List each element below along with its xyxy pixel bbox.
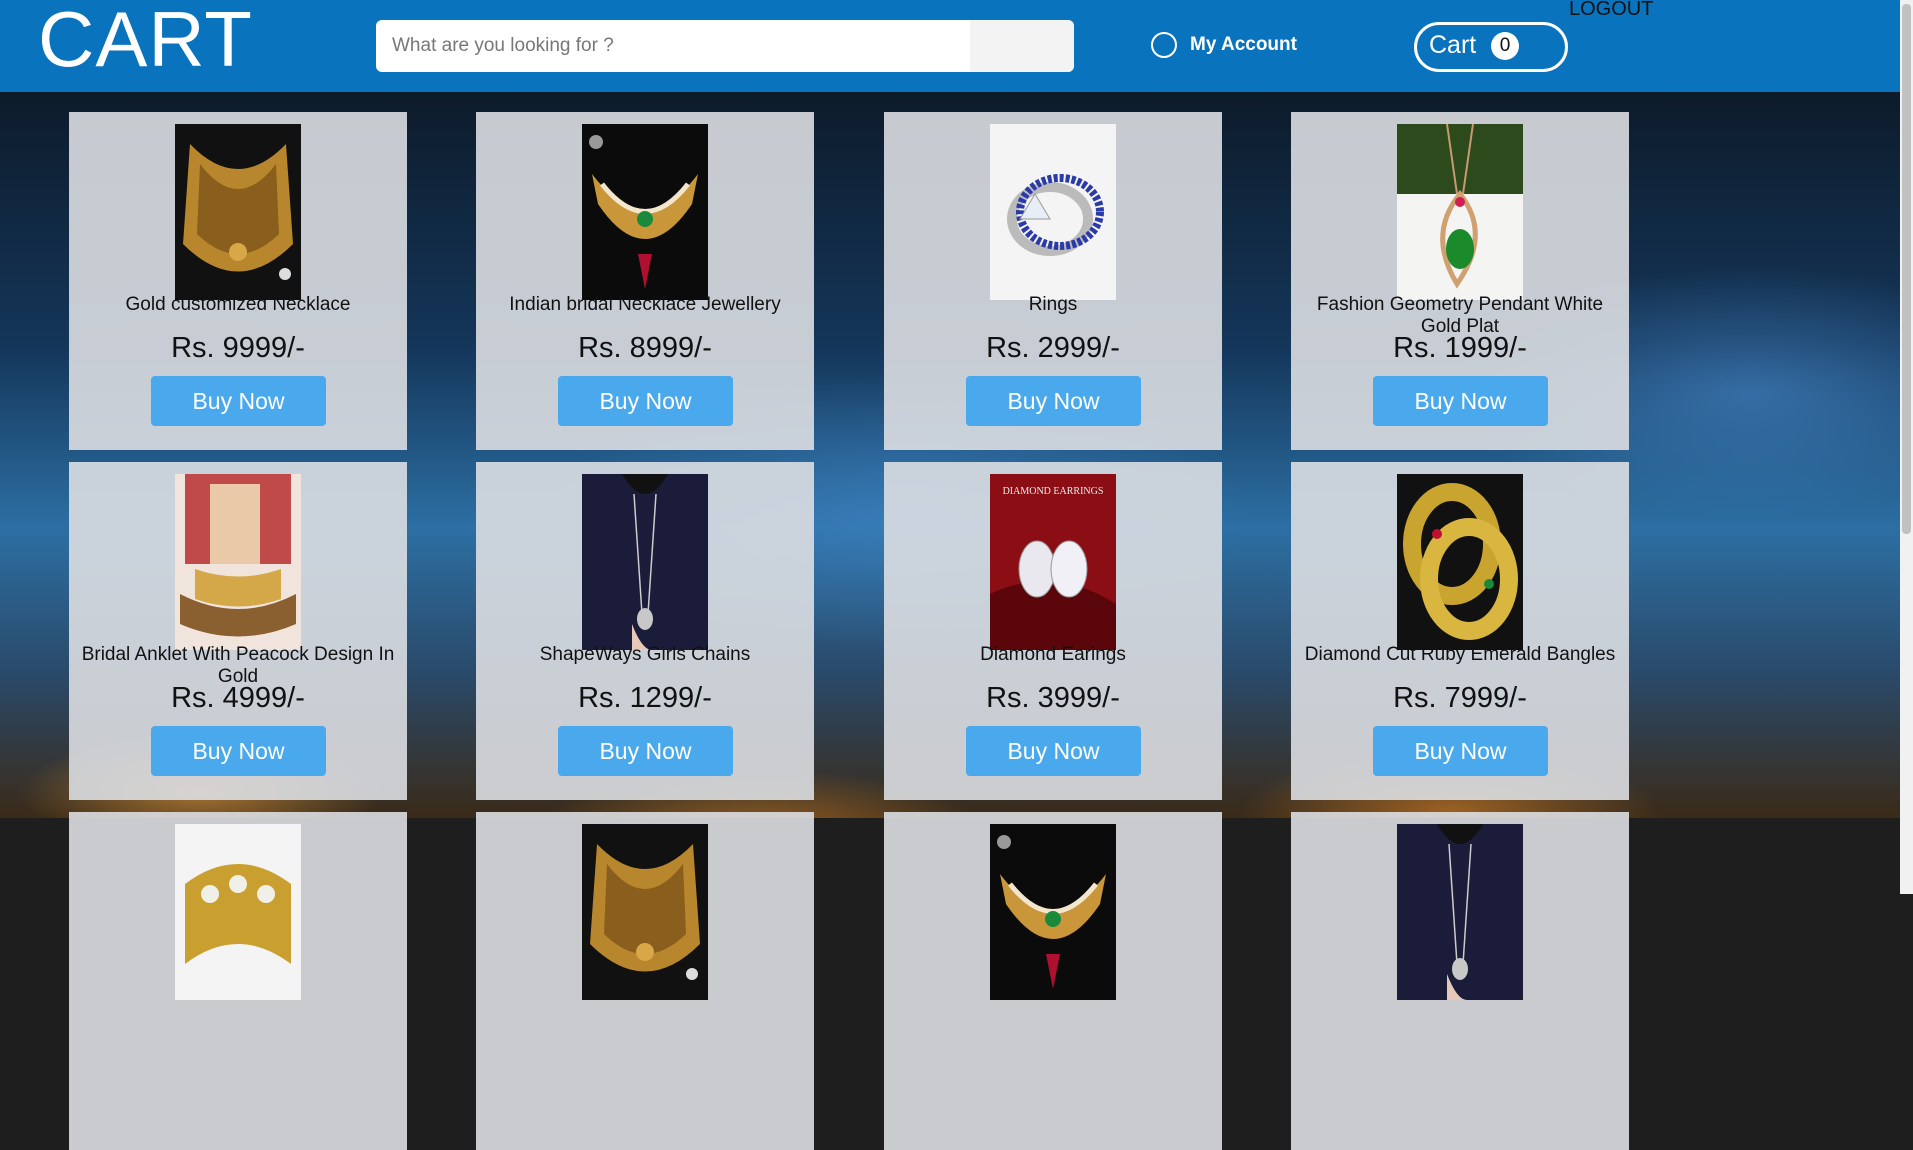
buy-now-button[interactable]: Buy Now [151,726,326,776]
product-card: Fashion Geometry Pendant White Gold Plat… [1291,112,1629,450]
chain-image[interactable] [1397,824,1523,1000]
top-header: CART My Account Cart 0 LOGOUT [0,0,1900,92]
buy-now-button[interactable]: Buy Now [966,376,1141,426]
my-account-label: My Account [1190,34,1297,55]
earrings-image[interactable]: DIAMOND EARRINGS [990,474,1116,650]
product-card: ShapeWays Girls Chains Rs. 1299/- Buy Now [476,462,814,800]
buy-now-button[interactable]: Buy Now [151,376,326,426]
bridal-necklace-image[interactable] [990,824,1116,1000]
product-name: ShapeWays Girls Chains [539,644,751,665]
cart-label: Cart [1429,31,1477,59]
scrollbar-thumb[interactable] [1902,4,1911,534]
product-price: Rs. 7999/- [1393,682,1527,714]
product-name: Diamond Cut Ruby Emerald Bangles [1304,644,1616,665]
product-price: Rs. 1999/- [1393,332,1527,364]
kundan-bangle-image[interactable] [175,824,301,1000]
product-card [476,812,814,1150]
product-card: DIAMOND EARRINGS Diamond Earings Rs. 3999/… [884,462,1222,800]
product-card: Bridal Anklet With Peacock Design In Gol… [69,462,407,800]
site-logo[interactable]: CART [38,0,253,85]
product-price: Rs. 4999/- [171,682,305,714]
product-card: Gold customized Necklace Rs. 9999/- Buy No… [69,112,407,450]
logout-link[interactable]: LOGOUT [1569,0,1653,21]
buy-now-button[interactable]: Buy Now [1373,376,1548,426]
chain-image[interactable] [582,474,708,650]
page-scrollbar[interactable] [1900,0,1913,894]
bangles-image[interactable] [1397,474,1523,650]
product-card [69,812,407,1150]
anklet-image[interactable] [175,474,301,650]
buy-now-button[interactable]: Buy Now [558,376,733,426]
product-name: Diamond Earings [980,644,1126,665]
pendant-image[interactable] [1397,124,1523,300]
product-card [1291,812,1629,1150]
gold-necklace-image[interactable] [582,824,708,1000]
product-name: Gold customized Necklace [125,294,351,315]
my-account-link[interactable]: My Account [1151,32,1297,58]
product-card: Rings Rs. 2999/- Buy Now [884,112,1222,450]
search-input[interactable] [376,20,1074,72]
gold-necklace-image[interactable] [175,124,301,300]
product-price: Rs. 1299/- [578,682,712,714]
product-name: Indian bridal Necklace Jewellery [509,294,781,315]
product-card [884,812,1222,1150]
product-name: Rings [1028,294,1078,315]
product-price: Rs. 9999/- [171,332,305,364]
cart-button[interactable]: Cart 0 [1414,22,1568,72]
product-price: Rs. 2999/- [986,332,1120,364]
buy-now-button[interactable]: Buy Now [558,726,733,776]
product-card: Diamond Cut Ruby Emerald Bangles Rs. 7999… [1291,462,1629,800]
buy-now-button[interactable]: Buy Now [1373,726,1548,776]
bridal-necklace-image[interactable] [582,124,708,300]
buy-now-button[interactable]: Buy Now [966,726,1141,776]
account-icon [1151,32,1177,58]
product-price: Rs. 8999/- [578,332,712,364]
rings-image[interactable] [990,124,1116,300]
product-price: Rs. 3999/- [986,682,1120,714]
svg-text:DIAMOND EARRINGS: DIAMOND EARRINGS [1003,486,1104,497]
cart-count-badge: 0 [1491,32,1519,60]
product-card: Indian bridal Necklace Jewellery Rs. 8999… [476,112,814,450]
